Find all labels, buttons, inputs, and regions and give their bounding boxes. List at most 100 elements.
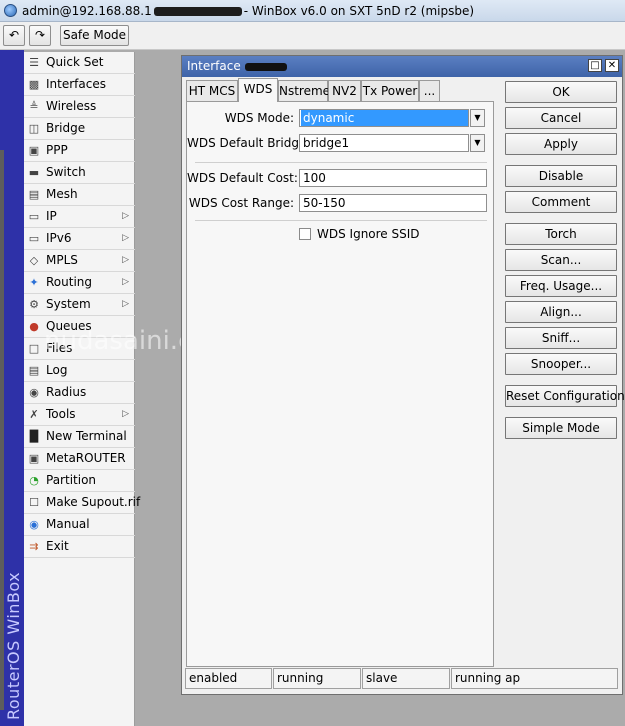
log-icon: ▤ xyxy=(28,364,40,377)
tab-nstreme[interactable]: Nstreme xyxy=(278,80,330,102)
restore-button[interactable]: □ xyxy=(588,59,602,72)
safe-mode-button[interactable]: Safe Mode xyxy=(60,25,129,46)
sidebar-item-exit[interactable]: ⇉ Exit xyxy=(24,536,135,558)
wds-default-bridge-select[interactable]: bridge1 xyxy=(299,134,469,152)
disable-button[interactable]: Disable xyxy=(505,165,617,187)
sidebar-menu: ☰ Quick Set ▩ Interfaces ≜ Wireless ◫ Bridge ▣ PP… xyxy=(24,52,140,726)
wds-mode-dropdown-button[interactable]: ▼ xyxy=(470,109,485,127)
sidebar-item-ipv6[interactable]: ▭ IPv6 ▷ xyxy=(24,228,135,250)
sidebar-item-label: Make Supout.rif xyxy=(46,495,141,509)
ok-button[interactable]: OK xyxy=(505,81,617,103)
dialog-title: Interface xyxy=(187,59,287,73)
tab-nv2[interactable]: NV2 xyxy=(328,80,361,102)
sidebar-item-label: Manual xyxy=(46,517,90,531)
align-button[interactable]: Align... xyxy=(505,301,617,323)
separator xyxy=(195,162,487,163)
sidebar-item-label: Partition xyxy=(46,473,97,487)
sidebar-item-label: Wireless xyxy=(46,99,97,113)
tab-tx-power[interactable]: Tx Power xyxy=(361,80,419,102)
sidebar-item-wireless[interactable]: ≜ Wireless xyxy=(24,96,135,118)
status-running: running xyxy=(273,668,361,689)
submenu-arrow-icon: ▷ xyxy=(122,299,129,309)
redo-button[interactable]: ↷ xyxy=(29,25,51,46)
window-left-edge xyxy=(0,150,4,710)
sidebar-item-log[interactable]: ▤ Log xyxy=(24,360,135,382)
dialog-titlebar: Interface □ ✕ xyxy=(182,56,622,77)
undo-button[interactable]: ↶ xyxy=(3,25,25,46)
apply-button[interactable]: Apply xyxy=(505,133,617,155)
sidebar-item-label: Log xyxy=(46,363,68,377)
tab-more[interactable]: ... xyxy=(419,80,440,102)
sidebar-item-label: MetaROUTER xyxy=(46,451,126,465)
redacted-interface-name xyxy=(244,62,287,71)
wds-cost-range-value: 50-150 xyxy=(303,196,346,210)
sidebar-item-label: System xyxy=(46,297,91,311)
sidebar-item-bridge[interactable]: ◫ Bridge xyxy=(24,118,135,140)
queues-icon: ● xyxy=(29,320,39,333)
snooper-button[interactable]: Snooper... xyxy=(505,353,617,375)
sidebar-item-label: Mesh xyxy=(46,187,78,201)
scan-button[interactable]: Scan... xyxy=(505,249,617,271)
sidebar-item-label: IP xyxy=(46,209,57,223)
torch-button[interactable]: Torch xyxy=(505,223,617,245)
tab-ht-mcs[interactable]: HT MCS xyxy=(186,80,238,102)
sidebar-item-manual[interactable]: ◉ Manual xyxy=(24,514,135,536)
sidebar-item-metarouter[interactable]: ▣ MetaROUTER xyxy=(24,448,135,470)
radius-icon: ◉ xyxy=(29,386,39,399)
sidebar-item-routing[interactable]: ✦ Routing ▷ xyxy=(24,272,135,294)
wds-default-bridge-dropdown-button[interactable]: ▼ xyxy=(470,134,485,152)
close-button[interactable]: ✕ xyxy=(605,59,619,72)
dropdown-arrow-icon: ▼ xyxy=(474,113,481,122)
reset-configuration-button[interactable]: Reset Configuration xyxy=(505,385,625,407)
sidebar-item-label: New Terminal xyxy=(46,429,127,443)
wds-cost-range-input[interactable]: 50-150 xyxy=(299,194,487,212)
winbox-app-icon xyxy=(4,4,17,17)
sidebar-item-interfaces[interactable]: ▩ Interfaces xyxy=(24,74,135,96)
simple-mode-button[interactable]: Simple Mode xyxy=(505,417,617,439)
sidebar-item-make-supout-rif[interactable]: ☐ Make Supout.rif xyxy=(24,492,140,514)
close-icon: ✕ xyxy=(607,60,617,71)
wds-mode-value: dynamic xyxy=(301,110,468,126)
window-title-version: - WinBox v6.0 on SXT 5nD r2 (mipsbe) xyxy=(243,4,475,18)
wireless-icon: ≜ xyxy=(29,100,39,113)
redo-icon: ↷ xyxy=(34,28,46,42)
manual-icon: ◉ xyxy=(29,518,39,531)
sidebar-item-ip[interactable]: ▭ IP ▷ xyxy=(24,206,135,228)
exit-icon: ⇉ xyxy=(29,540,39,553)
sidebar-item-system[interactable]: ⚙ System ▷ xyxy=(24,294,135,316)
partition-icon: ◔ xyxy=(29,474,39,487)
sidebar-item-mpls[interactable]: ◇ MPLS ▷ xyxy=(24,250,135,272)
sidebar-item-label: Exit xyxy=(46,539,69,553)
routing-icon: ✦ xyxy=(29,276,39,289)
sidebar-item-label: Files xyxy=(46,341,73,355)
sidebar-item-switch[interactable]: ▬ Switch xyxy=(24,162,135,184)
status-enabled: enabled xyxy=(185,668,272,689)
sidebar-item-ppp[interactable]: ▣ PPP xyxy=(24,140,135,162)
tab-wds[interactable]: WDS xyxy=(238,78,278,102)
wds-ignore-ssid-checkbox[interactable] xyxy=(299,228,311,240)
sidebar-item-label: Switch xyxy=(46,165,86,179)
restore-icon: □ xyxy=(590,60,600,71)
files-icon: □ xyxy=(28,342,40,355)
sidebar-item-quick-set[interactable]: ☰ Quick Set xyxy=(24,52,135,74)
quick-set-icon: ☰ xyxy=(29,56,39,69)
wds-cost-range-label: WDS Cost Range: xyxy=(188,196,294,210)
submenu-arrow-icon: ▷ xyxy=(122,255,129,265)
window-title: admin@192.168.88.1 - WinBox v6.0 on SXT 5… xyxy=(22,4,474,18)
sidebar-item-new-terminal[interactable]: █ New Terminal xyxy=(24,426,135,448)
sidebar-item-files[interactable]: □ Files xyxy=(24,338,135,360)
comment-button[interactable]: Comment xyxy=(505,191,617,213)
sidebar-item-mesh[interactable]: ▤ Mesh xyxy=(24,184,135,206)
sidebar-item-partition[interactable]: ◔ Partition xyxy=(24,470,135,492)
wds-default-cost-input[interactable]: 100 xyxy=(299,169,487,187)
status-running-ap: running ap xyxy=(451,668,618,689)
sidebar-item-radius[interactable]: ◉ Radius xyxy=(24,382,135,404)
sniff-button[interactable]: Sniff... xyxy=(505,327,617,349)
submenu-arrow-icon: ▷ xyxy=(122,409,129,419)
sidebar-item-tools[interactable]: ✗ Tools ▷ xyxy=(24,404,135,426)
sidebar-item-queues[interactable]: ● Queues xyxy=(24,316,135,338)
freq-usage-button[interactable]: Freq. Usage... xyxy=(505,275,617,297)
wds-mode-select[interactable]: dynamic xyxy=(299,109,469,127)
brand-text: RouterOS WinBox xyxy=(4,571,23,720)
cancel-button[interactable]: Cancel xyxy=(505,107,617,129)
